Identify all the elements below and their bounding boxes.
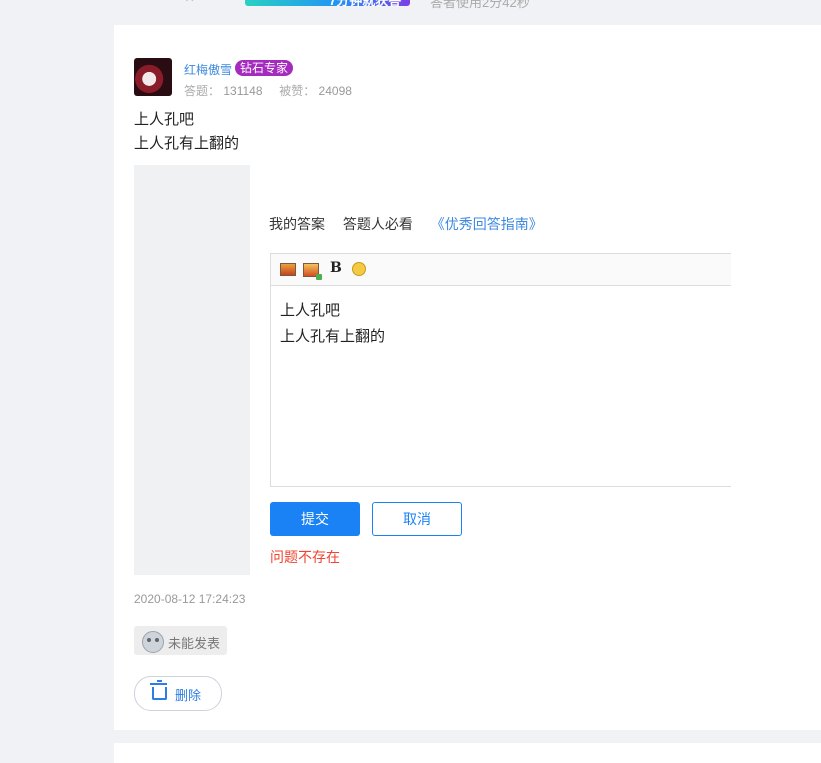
answer-card: 红梅傲雪 钻石专家 答题： 131148 被赞： 24098 上人孔吧 上人孔有… <box>114 25 821 730</box>
error-message: 问题不存在 <box>270 549 340 565</box>
cancel-button[interactable]: 取消 <box>372 502 462 536</box>
user-avatar[interactable] <box>134 58 172 96</box>
delete-button[interactable]: 删除 <box>134 676 222 711</box>
status-badge: 未能发表 <box>134 626 227 655</box>
username-link[interactable]: 红梅傲雪 <box>184 61 232 78</box>
answers-count: 131148 <box>223 84 263 98</box>
bold-icon[interactable]: B <box>330 260 342 276</box>
submit-button[interactable]: 提交 <box>270 502 360 536</box>
answer-editor[interactable]: B 上人孔吧 上人孔有上翻的 <box>270 253 731 487</box>
editor-header: 我的答案 答题人必看 《优秀回答指南》 <box>269 214 543 234</box>
answer-speed-text: 答者使用2分42秒 <box>430 0 530 10</box>
user-stats: 答题： 131148 被赞： 24098 <box>184 82 352 99</box>
answer-line: 上人孔有上翻的 <box>134 135 240 152</box>
answer-content: 上人孔吧 上人孔有上翻的 <box>134 108 239 156</box>
status-text: 未能发表 <box>168 636 221 651</box>
delete-label: 删除 <box>175 688 202 703</box>
editor-line: 上人孔有上翻的 <box>280 328 386 345</box>
answer-timestamp: 2020-08-12 17:24:23 <box>134 592 246 606</box>
promo-banner[interactable]: 7分钟就获答 <box>245 0 410 8</box>
image-icon[interactable] <box>280 263 296 276</box>
insert-image-icon[interactable] <box>303 263 322 280</box>
likes-count: 24098 <box>318 84 352 98</box>
answer-guide-link[interactable]: 《优秀回答指南》 <box>431 216 543 232</box>
editor-textarea[interactable]: 上人孔吧 上人孔有上翻的 <box>271 286 731 362</box>
editor-line: 上人孔吧 <box>280 302 341 319</box>
close-icon[interactable]: × <box>185 0 194 8</box>
promo-banner-text: 7分钟就获答 <box>329 0 402 8</box>
emoji-icon[interactable] <box>352 262 366 276</box>
must-read-label: 答题人必看 <box>342 216 413 232</box>
my-answer-label: 我的答案 <box>269 216 325 232</box>
answers-label: 答题： <box>184 84 221 98</box>
side-panel <box>134 165 250 575</box>
top-strip: × 7分钟就获答 答者使用2分42秒 <box>0 0 821 10</box>
answer-line: 上人孔吧 <box>134 111 195 128</box>
trash-icon <box>150 680 167 700</box>
crying-face-icon <box>142 631 164 653</box>
expert-badge: 钻石专家 <box>235 60 294 76</box>
editor-toolbar: B <box>271 254 731 286</box>
next-card <box>114 743 821 763</box>
likes-label: 被赞： <box>279 84 316 98</box>
